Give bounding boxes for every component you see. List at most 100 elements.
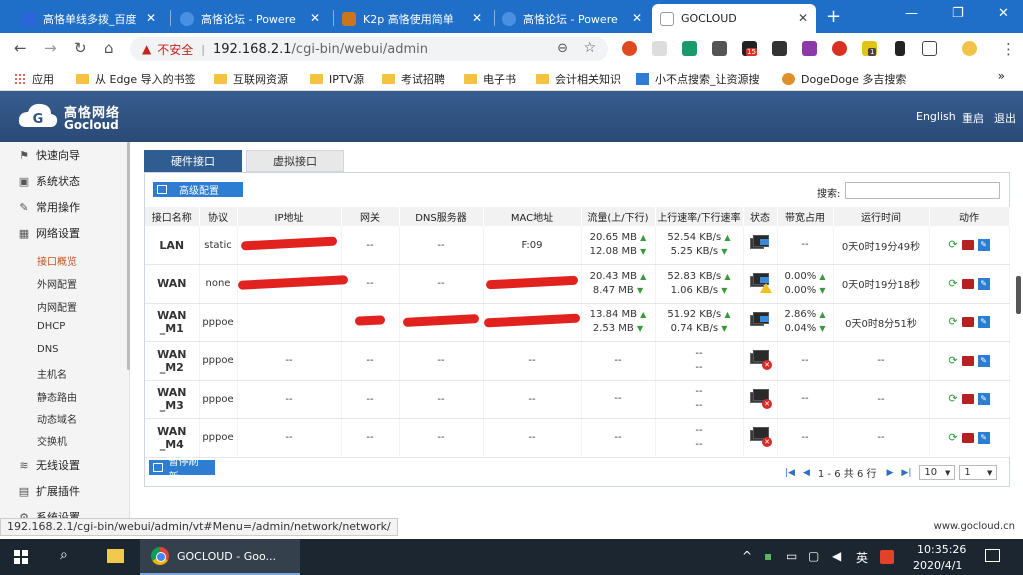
reconnect-icon[interactable]: ⟳ bbox=[948, 316, 957, 328]
edit-icon[interactable]: ✎ bbox=[977, 277, 990, 290]
clock-time[interactable]: 10:35:26 bbox=[917, 543, 966, 556]
windows-start-icon[interactable] bbox=[14, 550, 28, 564]
sidebar-item-status[interactable]: ▣ 系统状态 bbox=[0, 168, 129, 194]
bookmark-folder[interactable]: 电子书 bbox=[464, 71, 516, 87]
first-page-icon[interactable]: |◀ bbox=[785, 468, 795, 478]
edit-icon[interactable]: ✎ bbox=[977, 316, 990, 329]
extension-icon[interactable] bbox=[622, 41, 637, 56]
edit-icon[interactable]: ✎ bbox=[977, 431, 990, 444]
forward-icon[interactable]: → bbox=[44, 39, 57, 57]
edit-icon[interactable]: ✎ bbox=[977, 354, 990, 367]
browser-tab[interactable]: 高恪论坛 - Powere ✕ bbox=[172, 4, 328, 33]
language-link[interactable]: English bbox=[916, 110, 956, 123]
reconnect-icon[interactable]: ⟳ bbox=[948, 354, 957, 367]
sidebar-sub-switch[interactable]: 交换机 bbox=[37, 433, 67, 448]
browser-tab-active[interactable]: GOCLOUD ✕ bbox=[652, 4, 816, 33]
close-icon[interactable]: ✕ bbox=[146, 11, 156, 25]
new-tab-button[interactable]: + bbox=[826, 6, 841, 27]
bookmark-link[interactable]: 小不点搜索_让资源搜 bbox=[636, 71, 760, 87]
extension-icon[interactable] bbox=[832, 41, 847, 56]
footer-site[interactable]: www.gocloud.cn bbox=[934, 521, 1015, 532]
logout-link[interactable]: 退出 bbox=[994, 110, 1016, 126]
stop-icon[interactable] bbox=[961, 278, 974, 289]
page-size-select[interactable]: 10 ▼ bbox=[919, 465, 956, 480]
sidebar-sub-dns[interactable]: DNS bbox=[37, 344, 59, 355]
tab-hardware-interfaces[interactable]: 硬件接口 bbox=[144, 150, 242, 172]
zoom-icon[interactable]: ⊖ bbox=[557, 41, 568, 56]
cloud-extension-icon[interactable] bbox=[652, 41, 667, 56]
window-close-icon[interactable]: ✕ bbox=[998, 6, 1009, 21]
ime-indicator[interactable]: 英 bbox=[856, 549, 868, 566]
sidebar-item-wireless[interactable]: ≋ 无线设置 bbox=[0, 452, 129, 478]
tray-app-icon[interactable]: ▪ bbox=[764, 549, 772, 563]
download-icon[interactable] bbox=[895, 41, 905, 56]
sogou-input-icon[interactable] bbox=[880, 550, 894, 564]
sidebar-item-common[interactable]: ✎ 常用操作 bbox=[0, 194, 129, 220]
avatar[interactable] bbox=[962, 41, 977, 56]
extension-icon[interactable] bbox=[922, 41, 937, 56]
reload-icon[interactable]: ↻ bbox=[74, 39, 87, 57]
volume-icon[interactable]: ◀ bbox=[832, 549, 841, 563]
back-icon[interactable]: ← bbox=[14, 39, 27, 57]
next-page-icon[interactable]: ▶ bbox=[886, 468, 893, 478]
chevron-up-icon[interactable]: ^ bbox=[742, 549, 752, 563]
sidebar-scrollbar[interactable] bbox=[127, 142, 130, 370]
sidebar-sub-interfaces[interactable]: 接口概览 bbox=[37, 253, 77, 268]
edit-icon[interactable]: ✎ bbox=[977, 393, 990, 406]
reconnect-icon[interactable]: ⟳ bbox=[948, 239, 957, 251]
browser-tab[interactable]: 高恪单线多拨_百度 ✕ bbox=[14, 4, 164, 33]
page-scrollbar[interactable] bbox=[1016, 276, 1021, 314]
bookmark-folder[interactable]: 考试招聘 bbox=[382, 71, 445, 87]
bookmark-star-icon[interactable]: ☆ bbox=[583, 40, 596, 56]
sidebar-sub-hostname[interactable]: 主机名 bbox=[37, 366, 67, 381]
sidebar-sub-lan[interactable]: 内网配置 bbox=[37, 299, 77, 314]
reboot-link[interactable]: 重启 bbox=[962, 110, 984, 126]
address-bar[interactable]: ▲ 不安全 | 192.168.2.1 /cgi-bin/webui/admin… bbox=[130, 37, 608, 61]
reconnect-icon[interactable]: ⟳ bbox=[948, 277, 957, 290]
sidebar-sub-ddns[interactable]: 动态域名 bbox=[37, 411, 77, 426]
notification-icon[interactable] bbox=[985, 549, 1000, 562]
bookmark-apps[interactable]: 应用 bbox=[14, 71, 54, 87]
clock-date[interactable]: 2020/4/1 bbox=[913, 559, 962, 572]
browser-tab[interactable]: 高恪论坛 - Powere ✕ bbox=[494, 4, 650, 33]
close-icon[interactable]: ✕ bbox=[632, 11, 642, 25]
battery-icon[interactable]: ▭ bbox=[786, 549, 797, 563]
stop-icon[interactable] bbox=[961, 355, 974, 366]
pause-refresh-button[interactable]: 暂停刷新 bbox=[149, 457, 215, 483]
search-input[interactable] bbox=[845, 182, 1000, 199]
network-tray-icon[interactable]: ▢ bbox=[808, 549, 819, 563]
minimize-icon[interactable]: — bbox=[905, 6, 918, 21]
search-icon[interactable]: ⌕ bbox=[60, 547, 68, 563]
bookmark-link[interactable]: DogeDoge 多吉搜索 bbox=[782, 71, 906, 87]
browser-tab[interactable]: K2p 高恪使用简单 ✕ bbox=[334, 4, 490, 33]
close-icon[interactable]: ✕ bbox=[472, 11, 482, 25]
taskbar-chrome-button[interactable]: GOCLOUD - Goo... bbox=[140, 539, 300, 575]
extension-icon[interactable]: 15 bbox=[742, 41, 757, 56]
file-explorer-icon[interactable] bbox=[107, 549, 124, 563]
bookmark-folder[interactable]: 会计相关知识 bbox=[536, 71, 621, 87]
stop-icon[interactable] bbox=[961, 240, 974, 250]
s-extension-icon[interactable] bbox=[682, 41, 697, 56]
stop-icon[interactable] bbox=[961, 317, 974, 328]
sidebar-sub-static-route[interactable]: 静态路由 bbox=[37, 389, 77, 404]
sidebar-item-plugins[interactable]: ▤ 扩展插件 bbox=[0, 478, 129, 504]
edit-icon[interactable]: ✎ bbox=[977, 239, 990, 251]
stop-icon[interactable] bbox=[961, 394, 974, 405]
extension-icon[interactable]: 1 bbox=[862, 41, 877, 56]
advanced-config-button[interactable]: 高级配置 bbox=[153, 182, 243, 197]
prev-page-icon[interactable]: ◀ bbox=[803, 468, 810, 478]
sidebar-item-network[interactable]: ▦ 网络设置 bbox=[0, 220, 129, 246]
sidebar-sub-wan[interactable]: 外网配置 bbox=[37, 276, 77, 291]
sidebar-item-wizard[interactable]: ⚑ 快速向导 bbox=[0, 142, 129, 168]
last-page-icon[interactable]: ▶| bbox=[901, 468, 911, 478]
home-icon[interactable]: ⌂ bbox=[104, 39, 114, 57]
reconnect-icon[interactable]: ⟳ bbox=[948, 431, 957, 444]
mask-extension-icon[interactable] bbox=[772, 41, 787, 56]
onenote-icon[interactable] bbox=[802, 41, 817, 56]
bookmark-folder[interactable]: 从 Edge 导入的书签 bbox=[76, 71, 196, 87]
page-select[interactable]: 1 ▼ bbox=[959, 465, 998, 480]
sidebar-item-system[interactable]: ⚙ 系统设置 bbox=[0, 504, 129, 519]
restore-icon[interactable]: ❐ bbox=[952, 6, 964, 21]
sidebar-sub-dhcp[interactable]: DHCP bbox=[37, 321, 65, 332]
stop-icon[interactable] bbox=[961, 432, 974, 443]
